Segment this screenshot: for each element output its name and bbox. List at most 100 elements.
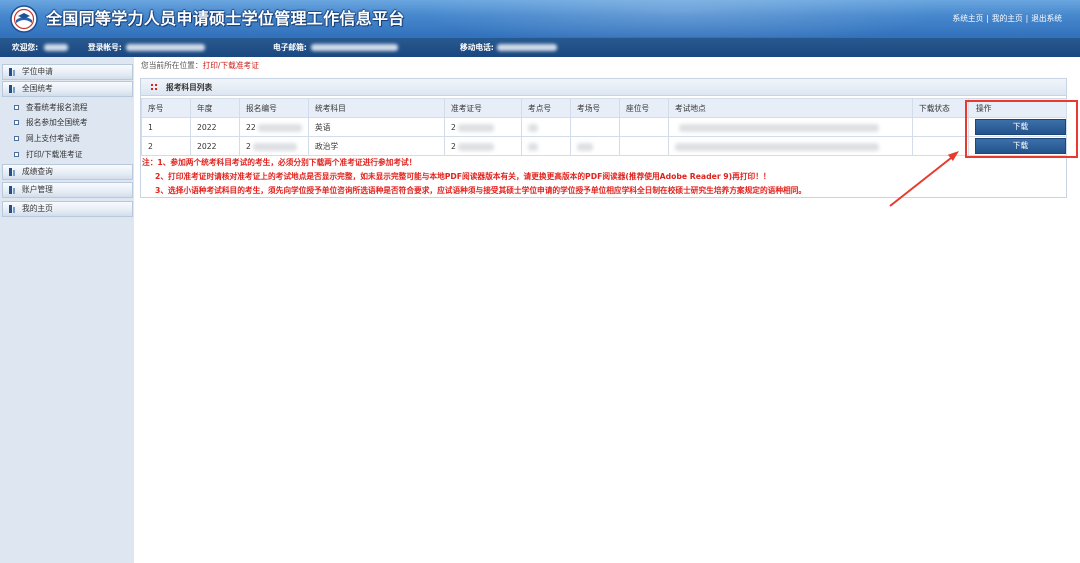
breadcrumb-current: 打印/下载准考证	[202, 61, 259, 70]
table-row: 1 2022 22 英语 2 下载	[141, 117, 1067, 137]
sidebar-item-exam-registration[interactable]: 报名参加全国统考	[12, 116, 132, 129]
download-button[interactable]: 下载	[975, 119, 1066, 135]
cell-index: 1	[141, 117, 191, 137]
cell-ticket-no: 2	[444, 136, 522, 156]
square-bullet-icon	[14, 152, 19, 157]
cell-location	[668, 117, 913, 137]
table-row: 2 2022 2 政治学 2 下载	[141, 136, 1067, 156]
sidebar-section-account[interactable]: 账户管理	[2, 182, 133, 198]
sidebar-item-exam-process[interactable]: 查看统考报名流程	[12, 101, 132, 114]
cell-ticket-no: 2	[444, 117, 522, 137]
section-marker-icon	[13, 207, 15, 213]
sidebar-section-degree-application[interactable]: 学位申请	[2, 64, 133, 80]
panel-title: 报考科目列表	[166, 83, 213, 92]
square-bullet-icon	[14, 120, 19, 125]
redacted-value	[675, 142, 879, 151]
subject-list-panel: 报考科目列表 序号 年度 报名编号 统考科目 准考证号 考点号 考场号 座位号 …	[140, 78, 1067, 198]
my-home-link[interactable]: 我的主页	[992, 14, 1023, 23]
redacted-value	[257, 123, 302, 132]
cell-site-no	[521, 117, 571, 137]
subject-table: 序号 年度 报名编号 统考科目 准考证号 考点号 考场号 座位号 考试地点 下载…	[141, 98, 1067, 156]
banner-glow	[420, 0, 940, 37]
notes-block: 注：1、参加两个统考科目考试的考生，必须分别下载两个准考证进行参加考试！ 2、打…	[141, 156, 1066, 198]
column-header-registration-no: 报名编号	[239, 98, 309, 118]
breadcrumb: 您当前所在位置：打印/下载准考证	[141, 61, 259, 71]
square-bullet-icon	[14, 136, 19, 141]
link-separator: |	[1025, 14, 1029, 23]
sidebar-section-label: 学位申请	[22, 67, 53, 76]
sidebar-item-online-payment[interactable]: 网上支付考试费	[12, 132, 132, 145]
redacted-value	[528, 123, 538, 132]
cell-site-no	[521, 136, 571, 156]
note-line: 3、选择小语种考试科目的考生，须先向学位授予单位咨询所选语种是否符合要求，应试语…	[155, 186, 807, 195]
note-line: 2、打印准考证时请核对准考证上的考试地点是否显示完整，如未显示完整可能与本地PD…	[155, 172, 771, 181]
square-bullet-icon	[14, 105, 19, 110]
cell-registration-no: 22	[239, 117, 309, 137]
welcome-label: 欢迎您:	[12, 43, 39, 52]
sidebar-section-my-home[interactable]: 我的主页	[2, 201, 133, 217]
cell-room-no	[570, 117, 620, 137]
section-marker-icon	[13, 188, 15, 194]
cell-action: 下载	[968, 136, 1067, 156]
redacted-value	[457, 123, 494, 132]
sidebar-item-label: 打印/下载准考证	[26, 150, 83, 159]
column-header-subject: 统考科目	[308, 98, 445, 118]
redacted-value	[528, 142, 538, 151]
cell-year: 2022	[190, 136, 240, 156]
logout-link[interactable]: 退出系统	[1031, 14, 1062, 23]
cell-index: 2	[141, 136, 191, 156]
cell-download-status	[912, 117, 969, 137]
cell-download-status	[912, 136, 969, 156]
sidebar-section-label: 成绩查询	[22, 167, 53, 176]
emblem-logo-icon	[10, 5, 38, 33]
column-header-index: 序号	[141, 98, 191, 118]
breadcrumb-prefix: 您当前所在位置：	[141, 61, 203, 70]
red-grid-bullet-icon	[151, 84, 157, 90]
sidebar-section-national-exam[interactable]: 全国统考	[2, 81, 133, 97]
cell-seat-no	[619, 136, 669, 156]
cell-room-no	[570, 136, 620, 156]
redacted-value	[577, 142, 593, 151]
account-label: 登录帐号:	[88, 43, 122, 52]
sidebar-section-label: 我的主页	[22, 204, 53, 213]
redacted-value	[457, 142, 494, 151]
sidebar-item-print-admission-ticket[interactable]: 打印/下载准考证	[12, 148, 132, 161]
cell-subject: 英语	[308, 117, 445, 137]
sidebar-item-label: 报名参加全国统考	[26, 118, 88, 127]
panel-header: 报考科目列表	[141, 79, 1066, 96]
download-button[interactable]: 下载	[975, 138, 1066, 154]
cell-registration-no: 2	[239, 136, 309, 156]
sidebar: 学位申请 全国统考 查看统考报名流程 报名参加全国统考 网上支付考试费 打印/下…	[0, 57, 134, 563]
sidebar-section-label: 账户管理	[22, 185, 53, 194]
column-header-year: 年度	[190, 98, 240, 118]
top-nav-links: 系统主页 | 我的主页 | 退出系统	[953, 14, 1062, 24]
section-marker-icon	[9, 85, 12, 93]
column-header-site-no: 考点号	[521, 98, 571, 118]
section-marker-icon	[13, 170, 15, 176]
section-marker-icon	[9, 186, 12, 194]
redacted-value	[252, 142, 297, 151]
section-marker-icon	[9, 68, 12, 76]
user-info-bar: 欢迎您: 登录帐号: 电子邮箱: 移动电话:	[0, 37, 1080, 57]
column-header-action: 操作	[968, 98, 1067, 118]
sidebar-item-label: 网上支付考试费	[26, 134, 80, 143]
registration-no-visible: 2	[246, 141, 251, 151]
cell-seat-no	[619, 117, 669, 137]
sidebar-section-score-query[interactable]: 成绩查询	[2, 164, 133, 180]
redacted-value	[311, 44, 398, 51]
column-header-seat-no: 座位号	[619, 98, 669, 118]
note-line: 注：1、参加两个统考科目考试的考生，必须分别下载两个准考证进行参加考试！	[142, 158, 417, 167]
top-banner: 全国同等学力人员申请硕士学位管理工作信息平台 系统主页 | 我的主页 | 退出系统	[0, 0, 1080, 37]
column-header-location: 考试地点	[668, 98, 913, 118]
cell-action: 下载	[968, 117, 1067, 137]
section-marker-icon	[9, 168, 12, 176]
cell-subject: 政治学	[308, 136, 445, 156]
cell-year: 2022	[190, 117, 240, 137]
email-label: 电子邮箱:	[273, 43, 307, 52]
sidebar-section-label: 全国统考	[22, 84, 53, 93]
section-marker-icon	[9, 205, 12, 213]
system-home-link[interactable]: 系统主页	[953, 14, 984, 23]
redacted-value	[126, 44, 205, 51]
table-header-row: 序号 年度 报名编号 统考科目 准考证号 考点号 考场号 座位号 考试地点 下载…	[141, 98, 1067, 118]
ticket-no-visible: 2	[451, 141, 456, 151]
